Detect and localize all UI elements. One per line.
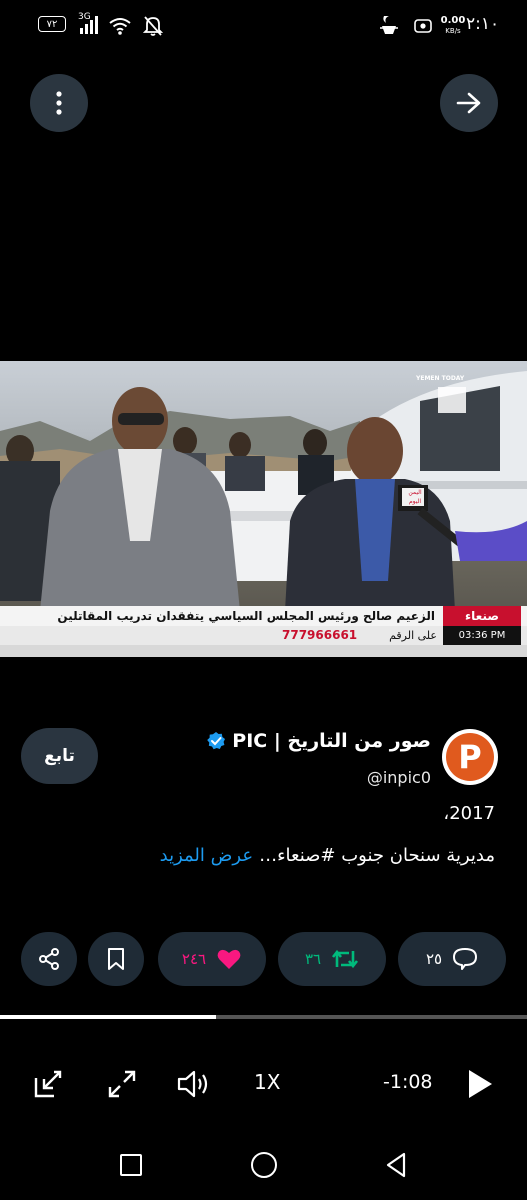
video-frame[interactable]: اليمن اليوم YEMEN TODAY صنعاء الزعيم صال… — [0, 361, 527, 657]
headline-bar: صنعاء الزعيم صالح ورئيس المجلس السياسي ي… — [0, 606, 527, 626]
like-button[interactable]: ٢٤٦ — [158, 932, 266, 986]
screen-record-icon — [414, 19, 432, 33]
heart-icon — [217, 949, 241, 969]
retweet-button[interactable]: ٣٦ — [278, 932, 386, 986]
ticker-bar: 03:36 PM على الرقم 777966661 — [0, 626, 527, 645]
fullscreen-icon[interactable] — [106, 1068, 138, 1100]
headline-text: الزعيم صالح ورئيس المجلس السياسي يتفقدان… — [57, 609, 435, 623]
retweet-icon — [332, 949, 359, 969]
display-name-row[interactable]: صور من التاريخ | PIC — [206, 730, 431, 752]
tweet-text-line2: مديرية سنحان جنوب #صنعاء… — [259, 845, 495, 866]
arrow-right-icon — [456, 92, 481, 114]
city-label: صنعاء — [443, 606, 521, 626]
tweet-text-line2-row: مديرية سنحان جنوب #صنعاء… عرض المزيد — [160, 845, 495, 866]
bookmark-icon — [108, 948, 124, 970]
ramadan-lantern-icon — [380, 16, 398, 34]
status-time: ٢:١٠ — [466, 14, 500, 34]
volume-icon[interactable] — [176, 1068, 212, 1100]
wifi-icon — [109, 18, 131, 35]
avatar-letter: P — [446, 733, 494, 781]
more-options-button[interactable] — [30, 74, 88, 132]
play-icon[interactable] — [466, 1068, 494, 1100]
back-icon[interactable] — [384, 1151, 408, 1179]
forward-button[interactable] — [440, 74, 498, 132]
mute-bell-icon — [143, 16, 163, 36]
display-name: صور من التاريخ | PIC — [232, 730, 431, 752]
show-more-link[interactable]: عرض المزيد — [160, 845, 253, 866]
reply-count: ٢٥ — [425, 950, 443, 968]
network-speed: 0.00 KB/s — [440, 15, 466, 35]
share-icon — [39, 948, 59, 970]
reply-icon — [453, 948, 478, 970]
ticker-strip — [0, 645, 527, 657]
avatar[interactable]: P — [442, 729, 498, 785]
channel-name: YEMEN TODAY — [416, 375, 465, 382]
handle[interactable]: @inpic0 — [367, 768, 431, 787]
tweet-text-line1: 2017، — [443, 803, 495, 824]
share-button[interactable] — [21, 932, 77, 986]
home-icon[interactable] — [251, 1152, 277, 1178]
verified-badge-icon — [207, 732, 226, 750]
battery-icon: ٧٢ — [38, 16, 66, 32]
ticker-prefix: على الرقم — [389, 629, 437, 642]
mic-logo: اليمن اليوم — [408, 489, 422, 505]
status-bar: ٧٢ 3G 0.00 KB/s ٢:١٠ — [0, 0, 527, 56]
retweet-count: ٣٦ — [304, 950, 322, 968]
recent-apps-icon[interactable] — [120, 1154, 142, 1176]
minimize-player-icon[interactable] — [32, 1068, 64, 1100]
more-vertical-icon — [56, 91, 62, 115]
like-count: ٢٤٦ — [181, 950, 207, 968]
video-progress-fill — [0, 1015, 217, 1019]
playback-speed-button[interactable]: 1X — [254, 1070, 280, 1094]
bookmark-button[interactable] — [88, 932, 144, 986]
time-remaining: -1:08 — [383, 1071, 433, 1093]
reply-button[interactable]: ٢٥ — [398, 932, 506, 986]
follow-button[interactable]: تابع — [21, 728, 98, 784]
video-progress-track[interactable] — [0, 1015, 527, 1019]
ticker-number: 777966661 — [282, 628, 358, 642]
ticker-time: 03:36 PM — [443, 626, 521, 645]
signal-icon: 3G — [78, 12, 102, 42]
